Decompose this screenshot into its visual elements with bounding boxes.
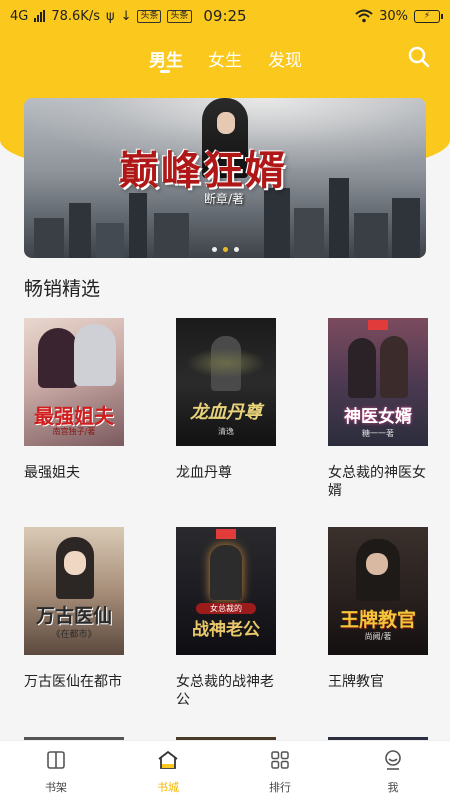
wifi-icon	[355, 9, 373, 23]
tab-label: 书城	[157, 781, 179, 794]
tab-label: 书架	[45, 781, 67, 794]
tab-bookstore[interactable]: 书城	[133, 749, 203, 795]
tab-female[interactable]: 女生	[208, 46, 242, 71]
book-card[interactable]: 万古医仙 《在都市》 万古医仙在都市	[24, 527, 124, 691]
book-cover[interactable]: 女总裁的 战神老公	[176, 527, 276, 655]
banner-title: 巅峰狂婿	[119, 147, 287, 194]
tab-label: 排行	[269, 781, 291, 794]
book-title[interactable]: 最强姐夫	[24, 464, 128, 482]
book-card[interactable]: 龙血丹尊 清逸 龙血丹尊	[176, 318, 276, 482]
network-speed: 78.6K/s	[51, 8, 100, 24]
banner-author: 断章/著	[204, 192, 245, 206]
toutiao-badge-1: 头条	[137, 9, 162, 23]
section-title: 畅销精选	[24, 278, 101, 300]
cover-title: 万古医仙	[35, 605, 112, 627]
toutiao-badge-2: 头条	[167, 9, 192, 23]
book-title[interactable]: 王牌教官	[328, 673, 432, 691]
tab-ranking[interactable]: 排行	[245, 749, 315, 795]
book-card[interactable]: 最强姐夫 南宫独子/著 最强姐夫	[24, 318, 124, 482]
bookstore-icon	[158, 751, 178, 769]
book-cover[interactable]: 龙血丹尊 清逸	[176, 318, 276, 446]
status-bar: 4G 78.6K/s ψ ↓ 头条 头条 09:25 30% ⚡	[0, 0, 450, 32]
search-icon[interactable]	[408, 46, 430, 68]
top-nav: 男生 女生 发现	[0, 40, 450, 80]
cover-title: 王牌教官	[339, 609, 416, 631]
banner-character-face	[217, 112, 235, 134]
tab-label: 我	[387, 781, 399, 794]
cover-title: 战神老公	[192, 620, 260, 640]
signal-icon	[34, 10, 46, 22]
pagination-dot-active[interactable]	[222, 247, 228, 252]
book-card[interactable]: 女总裁的 战神老公 女总裁的战神老公	[176, 527, 276, 709]
cover-subtitle: 女总裁的	[196, 603, 256, 614]
profile-icon	[385, 750, 401, 770]
tab-male[interactable]: 男生	[149, 46, 183, 71]
battery-percent: 30%	[379, 8, 408, 24]
cover-author: 《在都市》	[51, 630, 97, 640]
bookshelf-icon	[47, 751, 65, 769]
book-card[interactable]: 王牌教官 尚阙/著 王牌教官	[328, 527, 428, 691]
book-title[interactable]: 龙血丹尊	[176, 464, 280, 482]
tab-profile[interactable]: 我	[358, 749, 428, 795]
ranking-icon	[271, 751, 289, 769]
cover-title: 神医女婿	[344, 407, 412, 427]
book-card[interactable]: 神医女婿 糖一一著 女总裁的神医女婿	[328, 318, 428, 500]
pagination-dot[interactable]	[233, 247, 239, 252]
battery-icon: ⚡	[414, 9, 443, 23]
tab-indicator	[160, 70, 170, 73]
book-cover[interactable]: 万古医仙 《在都市》	[24, 527, 124, 655]
download-icon: ↓	[120, 8, 132, 24]
network-label: 4G	[10, 8, 29, 24]
cover-author: 糖一一著	[362, 429, 394, 438]
usb-icon: ψ	[105, 8, 115, 24]
cover-author: 南宫独子/著	[52, 427, 96, 436]
cover-title: 最强姐夫	[34, 404, 114, 428]
cover-title: 龙血丹尊	[190, 402, 262, 423]
book-title[interactable]: 女总裁的战神老公	[176, 673, 280, 709]
book-cover[interactable]: 最强姐夫 南宫独子/著	[24, 318, 124, 446]
book-title[interactable]: 万古医仙在都市	[24, 673, 128, 691]
banner-pagination	[24, 247, 426, 252]
cover-author: 尚阙/著	[364, 632, 392, 641]
book-title[interactable]: 女总裁的神医女婿	[328, 464, 432, 500]
cover-author: 清逸	[218, 427, 234, 436]
tab-discover[interactable]: 发现	[268, 46, 302, 71]
book-cover[interactable]: 神医女婿 糖一一著	[328, 318, 428, 446]
book-cover[interactable]: 王牌教官 尚阙/著	[328, 527, 428, 655]
pagination-dot[interactable]	[211, 247, 217, 252]
bottom-tabbar: 书架 书城 排行 我	[0, 740, 450, 800]
tab-bookshelf[interactable]: 书架	[21, 749, 91, 795]
promo-banner[interactable]: 巅峰狂婿 断章/著	[24, 98, 426, 258]
